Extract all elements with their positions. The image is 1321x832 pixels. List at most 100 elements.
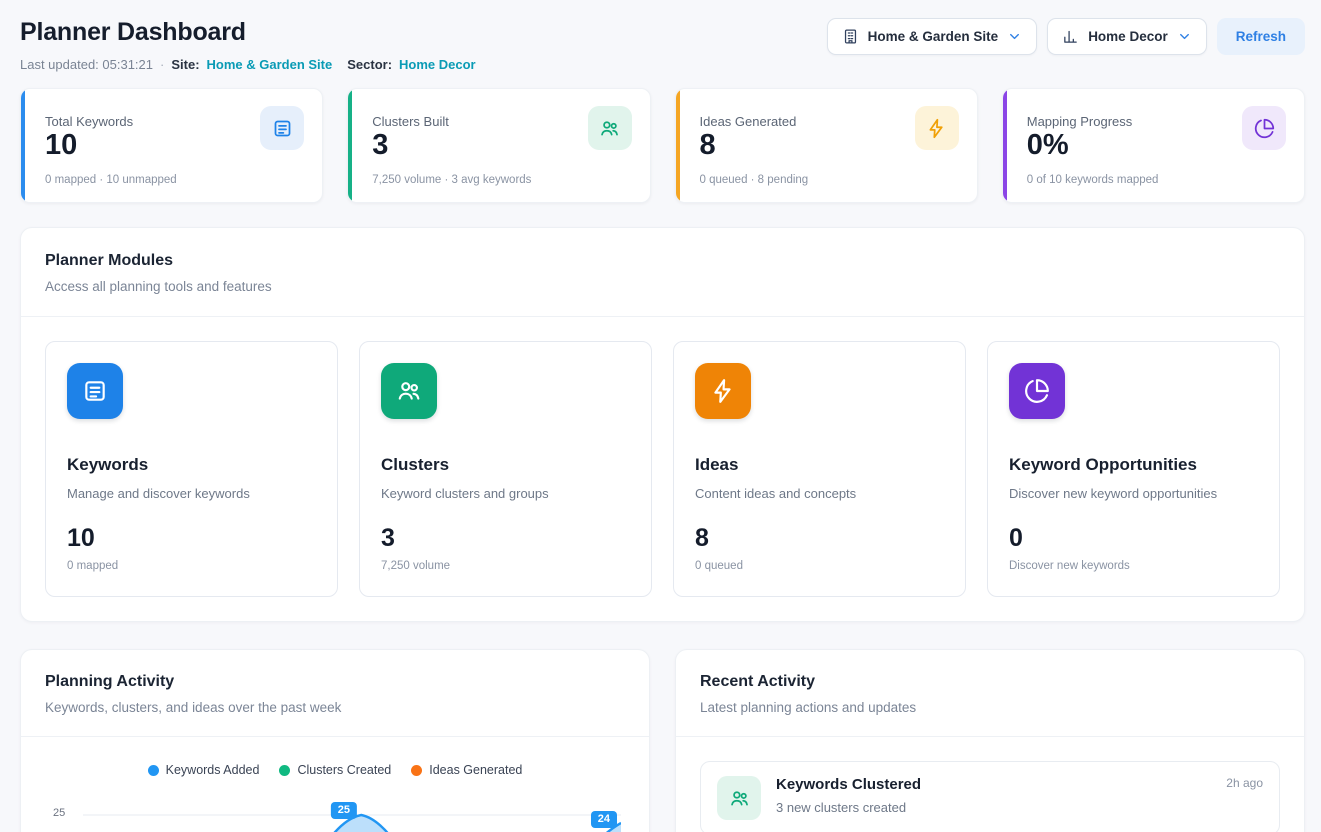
stat-top: Clusters Built 3: [372, 106, 631, 162]
recent-activity-panel: Recent Activity Latest planning actions …: [675, 649, 1305, 832]
module-card-keywords[interactable]: Keywords Manage and discover keywords 10…: [45, 341, 338, 597]
section-title: Planner Modules: [45, 252, 1280, 270]
planner-modules-header: Planner Modules Access all planning tool…: [21, 228, 1304, 317]
page-title: Planner Dashboard: [20, 18, 476, 47]
header-meta: Last updated: 05:31:21 · Site: Home & Ga…: [20, 57, 476, 72]
pie-chart-icon: [1009, 363, 1065, 419]
stat-label: Total Keywords: [45, 106, 133, 129]
site-label: Site:: [171, 57, 199, 72]
site-selector-value: Home & Garden Site: [868, 29, 999, 44]
stat-detail: 7,250 volume · 3 avg keywords: [372, 174, 631, 186]
stat-value: 8: [700, 129, 797, 162]
site-link[interactable]: Home & Garden Site: [207, 57, 333, 72]
lightning-icon: [695, 363, 751, 419]
sector-label: Sector:: [347, 57, 392, 72]
activity-text: Keywords Clustered 3 new clusters create…: [776, 776, 921, 815]
module-description: Content ideas and concepts: [695, 486, 944, 501]
sector-selector-value: Home Decor: [1088, 29, 1168, 44]
activity-item-keywords-clustered: Keywords Clustered 3 new clusters create…: [700, 761, 1280, 832]
chevron-down-icon: [1177, 29, 1192, 44]
stat-card-ideas-generated: Ideas Generated 8 0 queued · 8 pending: [675, 88, 978, 203]
planning-activity-chart: 25 25 24: [45, 793, 625, 832]
module-detail: 7,250 volume: [381, 560, 630, 572]
bottom-row: Planning Activity Keywords, clusters, an…: [20, 649, 1305, 832]
stat-label: Ideas Generated: [700, 106, 797, 129]
stat-value: 10: [45, 129, 133, 162]
module-description: Manage and discover keywords: [67, 486, 316, 501]
activity-timestamp: 2h ago: [1226, 776, 1263, 790]
meta-separator: ·: [160, 57, 164, 72]
last-updated-text: Last updated: 05:31:21: [20, 57, 153, 72]
planning-activity-header: Planning Activity Keywords, clusters, an…: [21, 650, 649, 737]
header-controls: Home & Garden Site Home Decor Refresh: [827, 18, 1305, 55]
stat-label: Mapping Progress: [1027, 106, 1133, 129]
stat-detail: 0 queued · 8 pending: [700, 174, 959, 186]
panel-subtitle: Keywords, clusters, and ideas over the p…: [45, 700, 625, 715]
planner-dashboard-page: Planner Dashboard Last updated: 05:31:21…: [0, 0, 1321, 832]
legend-dot-blue: [148, 765, 159, 776]
legend-item-ideas-generated: Ideas Generated: [411, 763, 522, 777]
activity-description: 3 new clusters created: [776, 800, 921, 815]
area-chart: 25 24: [83, 793, 621, 832]
planning-activity-body: Keywords Added Clusters Created Ideas Ge…: [21, 737, 649, 832]
users-icon: [717, 776, 761, 820]
module-value: 3: [381, 524, 630, 553]
users-icon: [588, 106, 632, 150]
pie-chart-icon: [1242, 106, 1286, 150]
module-description: Discover new keyword opportunities: [1009, 486, 1258, 501]
stat-card-total-keywords: Total Keywords 10 0 mapped · 10 unmapped: [20, 88, 323, 203]
panel-title: Recent Activity: [700, 673, 1280, 691]
module-detail: Discover new keywords: [1009, 560, 1258, 572]
stat-detail: 0 of 10 keywords mapped: [1027, 174, 1286, 186]
module-value: 0: [1009, 524, 1258, 553]
module-detail: 0 mapped: [67, 560, 316, 572]
module-card-ideas[interactable]: Ideas Content ideas and concepts 8 0 que…: [673, 341, 966, 597]
header-left: Planner Dashboard Last updated: 05:31:21…: [20, 18, 476, 72]
activity-title: Keywords Clustered: [776, 776, 921, 793]
stat-card-clusters-built: Clusters Built 3 7,250 volume · 3 avg ke…: [347, 88, 650, 203]
stat-top: Total Keywords 10: [45, 106, 304, 162]
lightning-icon: [915, 106, 959, 150]
y-axis-tick: 25: [53, 807, 65, 819]
site-selector-dropdown[interactable]: Home & Garden Site: [827, 18, 1038, 55]
bar-chart-icon: [1062, 28, 1079, 45]
users-icon: [381, 363, 437, 419]
building-icon: [842, 28, 859, 45]
legend-label: Keywords Added: [166, 763, 260, 777]
chevron-down-icon: [1007, 29, 1022, 44]
recent-activity-header: Recent Activity Latest planning actions …: [676, 650, 1304, 737]
panel-title: Planning Activity: [45, 673, 625, 691]
stats-row: Total Keywords 10 0 mapped · 10 unmapped…: [20, 88, 1305, 203]
refresh-button[interactable]: Refresh: [1217, 18, 1305, 55]
module-title: Keyword Opportunities: [1009, 455, 1258, 475]
page-header: Planner Dashboard Last updated: 05:31:21…: [20, 18, 1305, 72]
module-card-clusters[interactable]: Clusters Keyword clusters and groups 3 7…: [359, 341, 652, 597]
legend-item-keywords-added: Keywords Added: [148, 763, 260, 777]
document-icon: [67, 363, 123, 419]
legend-label: Ideas Generated: [429, 763, 522, 777]
legend-label: Clusters Created: [297, 763, 391, 777]
module-description: Keyword clusters and groups: [381, 486, 630, 501]
module-value: 10: [67, 524, 316, 553]
stat-label: Clusters Built: [372, 106, 449, 129]
module-title: Ideas: [695, 455, 944, 475]
module-title: Keywords: [67, 455, 316, 475]
planner-modules-section: Planner Modules Access all planning tool…: [20, 227, 1305, 622]
module-value: 8: [695, 524, 944, 553]
planning-activity-panel: Planning Activity Keywords, clusters, an…: [20, 649, 650, 832]
stat-top: Mapping Progress 0%: [1027, 106, 1286, 162]
section-subtitle: Access all planning tools and features: [45, 279, 1280, 294]
stat-card-mapping-progress: Mapping Progress 0% 0 of 10 keywords map…: [1002, 88, 1305, 203]
document-icon: [260, 106, 304, 150]
stat-value: 0%: [1027, 129, 1133, 162]
planner-modules-body: Keywords Manage and discover keywords 10…: [21, 317, 1304, 621]
stat-top: Ideas Generated 8: [700, 106, 959, 162]
modules-grid: Keywords Manage and discover keywords 10…: [45, 341, 1280, 597]
module-detail: 0 queued: [695, 560, 944, 572]
legend-dot-orange: [411, 765, 422, 776]
sector-selector-dropdown[interactable]: Home Decor: [1047, 18, 1207, 55]
sector-link[interactable]: Home Decor: [399, 57, 476, 72]
module-card-keyword-opportunities[interactable]: Keyword Opportunities Discover new keywo…: [987, 341, 1280, 597]
panel-subtitle: Latest planning actions and updates: [700, 700, 1280, 715]
stat-value: 3: [372, 129, 449, 162]
